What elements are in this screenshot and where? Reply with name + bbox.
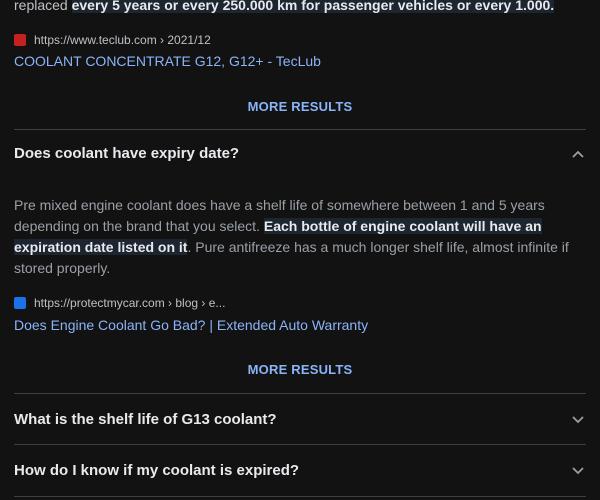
divider (14, 129, 586, 130)
result-source-url[interactable]: https://www.teclub.com › 2021/12 (34, 33, 211, 47)
question-text: What is the shelf life of G13 coolant? (14, 411, 277, 428)
snippet-highlight: every 5 years or every 250.000 km for pa… (71, 0, 555, 13)
question-row-expiry[interactable]: Does coolant have expiry date? (0, 145, 600, 162)
divider (14, 393, 586, 394)
divider (14, 496, 586, 497)
divider (14, 444, 586, 445)
result-source-row: https://protectmycar.com › blog › e... (14, 296, 225, 310)
question-text: Does coolant have expiry date? (14, 145, 240, 162)
more-results-button[interactable]: MORE RESULTS (0, 362, 600, 377)
chevron-down-icon[interactable] (570, 412, 586, 428)
snippet-prefix: replaced (14, 0, 72, 13)
result-title-link[interactable]: COOLANT CONCENTRATE G12, G12+ - TecLub (14, 53, 321, 69)
question-row-g13[interactable]: What is the shelf life of G13 coolant? (0, 411, 600, 428)
chevron-up-icon[interactable] (570, 146, 586, 162)
more-results-button[interactable]: MORE RESULTS (0, 99, 600, 114)
answer-text: Pre mixed engine coolant does have a she… (14, 195, 586, 279)
snippet-text: replaced every 5 years or every 250.000 … (14, 0, 586, 16)
result-source-row: https://www.teclub.com › 2021/12 (14, 33, 211, 47)
question-text: How do I know if my coolant is expired? (14, 462, 300, 479)
result-title-link[interactable]: Does Engine Coolant Go Bad? | Extended A… (14, 317, 368, 333)
protectmycar-favicon-icon (14, 297, 26, 309)
teclub-favicon-icon (14, 34, 26, 46)
people-also-ask-panel: replaced every 5 years or every 250.000 … (0, 0, 600, 500)
chevron-down-icon[interactable] (570, 463, 586, 479)
question-row-expired[interactable]: How do I know if my coolant is expired? (0, 462, 600, 479)
result-source-url[interactable]: https://protectmycar.com › blog › e... (34, 296, 225, 310)
